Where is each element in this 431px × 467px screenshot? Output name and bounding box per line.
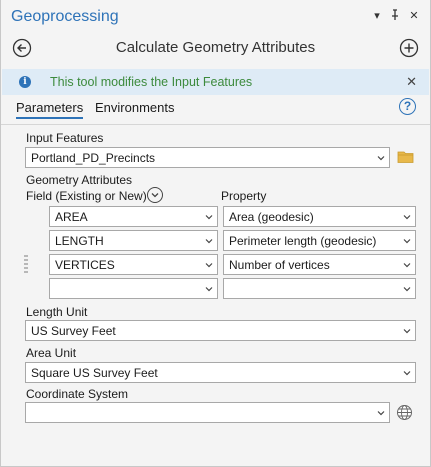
tool-header: Calculate Geometry Attributes xyxy=(1,32,430,64)
tab-bar: Parameters Environments ? xyxy=(1,98,430,124)
chevron-down-icon[interactable] xyxy=(403,237,411,245)
info-message-bar: i This tool modifies the Input Features … xyxy=(2,69,429,95)
property-value: Area (geodesic) xyxy=(229,210,314,224)
close-icon[interactable]: ✕ xyxy=(407,9,421,23)
area-unit-value: Square US Survey Feet xyxy=(31,366,158,380)
input-features-field[interactable]: Portland_PD_Precincts xyxy=(25,147,390,168)
field-select-row-2[interactable]: LENGTH xyxy=(49,230,218,251)
field-select-row-3[interactable]: VERTICES xyxy=(49,254,218,275)
tab-parameters-label: Parameters xyxy=(16,100,84,115)
tab-environments[interactable]: Environments xyxy=(95,100,174,115)
property-column-header: Property xyxy=(221,189,267,203)
folder-icon[interactable] xyxy=(397,150,415,164)
field-value: LENGTH xyxy=(55,234,104,248)
property-value: Number of vertices xyxy=(229,258,330,272)
coordinate-system-label: Coordinate System xyxy=(26,387,129,401)
add-icon[interactable] xyxy=(399,38,419,58)
info-message: This tool modifies the Input Features xyxy=(50,75,253,89)
dismiss-info-icon[interactable]: ✕ xyxy=(406,74,417,90)
geometry-attributes-label: Geometry Attributes xyxy=(26,173,133,187)
chevron-down-icon[interactable] xyxy=(205,261,213,269)
pane-title: Geoprocessing xyxy=(11,8,119,25)
chevron-down-icon[interactable] xyxy=(403,369,411,377)
chevron-down-icon[interactable] xyxy=(377,409,385,417)
property-select-row-1[interactable]: Area (geodesic) xyxy=(223,206,416,227)
geoprocessing-pane: Geoprocessing ▾ ✕ Calculate Geometry Att… xyxy=(0,0,431,467)
chevron-down-icon[interactable] xyxy=(403,285,411,293)
property-select-row-2[interactable]: Perimeter length (geodesic) xyxy=(223,230,416,251)
help-icon[interactable]: ? xyxy=(399,98,416,115)
property-select-row-4[interactable] xyxy=(223,278,416,299)
field-select-row-1[interactable]: AREA xyxy=(49,206,218,227)
input-features-value: Portland_PD_Precincts xyxy=(31,151,156,165)
tab-divider xyxy=(1,124,430,125)
length-unit-select[interactable]: US Survey Feet xyxy=(25,320,416,341)
row-drag-handle[interactable] xyxy=(24,255,28,273)
field-value: VERTICES xyxy=(55,258,115,272)
property-select-row-3[interactable]: Number of vertices xyxy=(223,254,416,275)
input-features-label: Input Features xyxy=(26,131,104,145)
field-value: AREA xyxy=(55,210,88,224)
info-icon: i xyxy=(19,76,31,88)
property-value: Perimeter length (geodesic) xyxy=(229,234,377,248)
field-select-row-4[interactable] xyxy=(49,278,218,299)
active-tab-indicator xyxy=(16,117,84,119)
pin-icon[interactable] xyxy=(388,9,402,23)
chevron-down-icon[interactable] xyxy=(147,187,163,203)
chevron-down-icon[interactable] xyxy=(403,213,411,221)
chevron-down-icon[interactable] xyxy=(205,213,213,221)
tool-title: Calculate Geometry Attributes xyxy=(115,39,316,56)
area-unit-label: Area Unit xyxy=(26,346,77,360)
pane-title-bar: Geoprocessing ▾ ✕ xyxy=(1,0,430,32)
chevron-down-icon[interactable] xyxy=(403,327,411,335)
tab-parameters[interactable]: Parameters xyxy=(16,100,84,119)
chevron-down-icon[interactable] xyxy=(205,237,213,245)
field-column-header: Field (Existing or New) xyxy=(26,189,147,203)
area-unit-select[interactable]: Square US Survey Feet xyxy=(25,362,416,383)
length-unit-label: Length Unit xyxy=(26,305,88,319)
globe-icon[interactable] xyxy=(396,404,413,421)
options-dropdown-icon[interactable]: ▾ xyxy=(370,9,384,23)
length-unit-value: US Survey Feet xyxy=(31,324,116,338)
chevron-down-icon[interactable] xyxy=(377,154,385,162)
chevron-down-icon[interactable] xyxy=(403,261,411,269)
coordinate-system-select[interactable] xyxy=(25,402,390,423)
chevron-down-icon[interactable] xyxy=(205,285,213,293)
